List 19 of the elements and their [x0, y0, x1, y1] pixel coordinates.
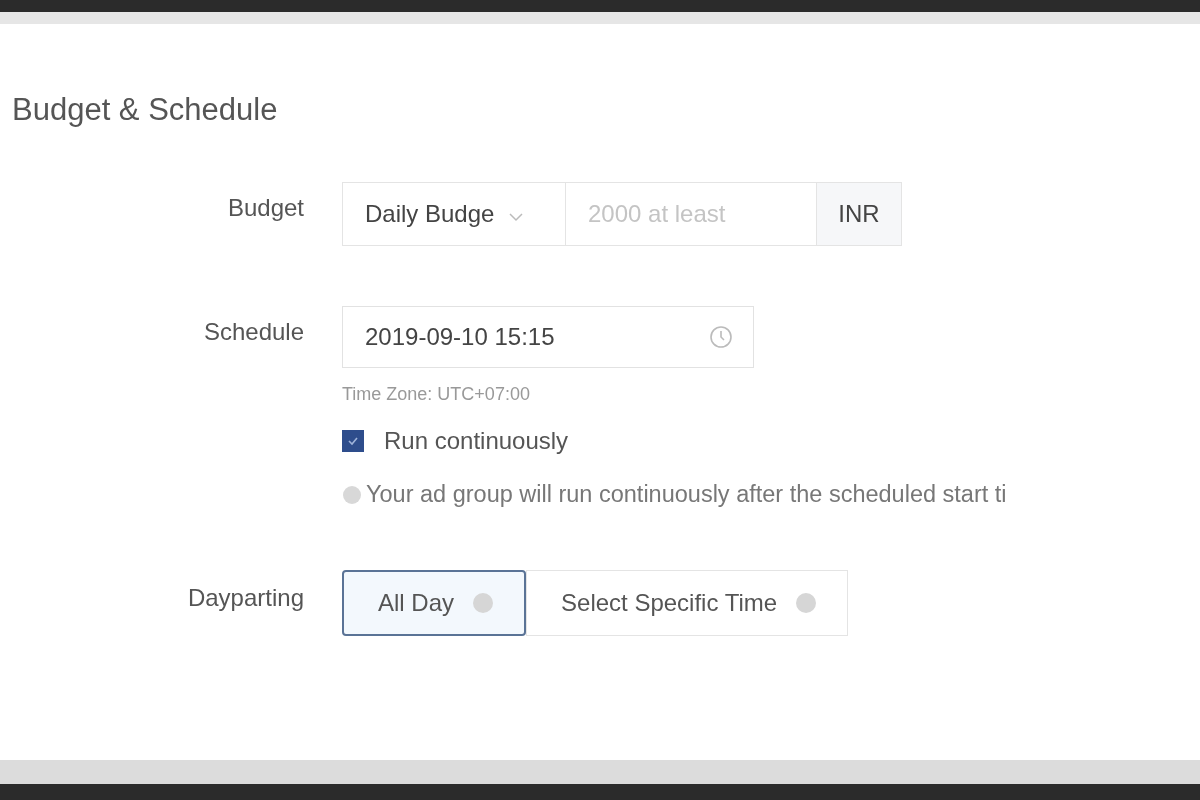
section-title: Budget & Schedule: [12, 92, 279, 128]
checkbox[interactable]: [342, 430, 364, 452]
segment-option[interactable]: Select Specific Time: [526, 570, 849, 636]
info-icon: [342, 484, 362, 505]
help-icon: [472, 592, 495, 614]
hint-text: Your ad group will run continuously after the scheduled start ti: [366, 481, 1007, 508]
segment-option[interactable]: All Day: [342, 570, 527, 636]
field-label: Schedule: [202, 317, 305, 347]
date-time-field[interactable]: 2019-09-10 15:15: [342, 306, 754, 368]
clock-icon: [709, 325, 733, 349]
field-label: Budget: [226, 193, 305, 223]
help-icon: [795, 592, 818, 614]
budget-type-select[interactable]: Daily Budge: [342, 182, 566, 246]
caret-icon: [508, 212, 525, 222]
currency-addon: INR: [816, 182, 902, 246]
budget-amount-field[interactable]: 2000 at least: [566, 182, 816, 246]
checkbox-label: Run continuously: [384, 427, 569, 455]
time-zone-text: Time Zone: UTC+07:00: [342, 384, 531, 405]
field-label: Dayparting: [186, 583, 305, 613]
